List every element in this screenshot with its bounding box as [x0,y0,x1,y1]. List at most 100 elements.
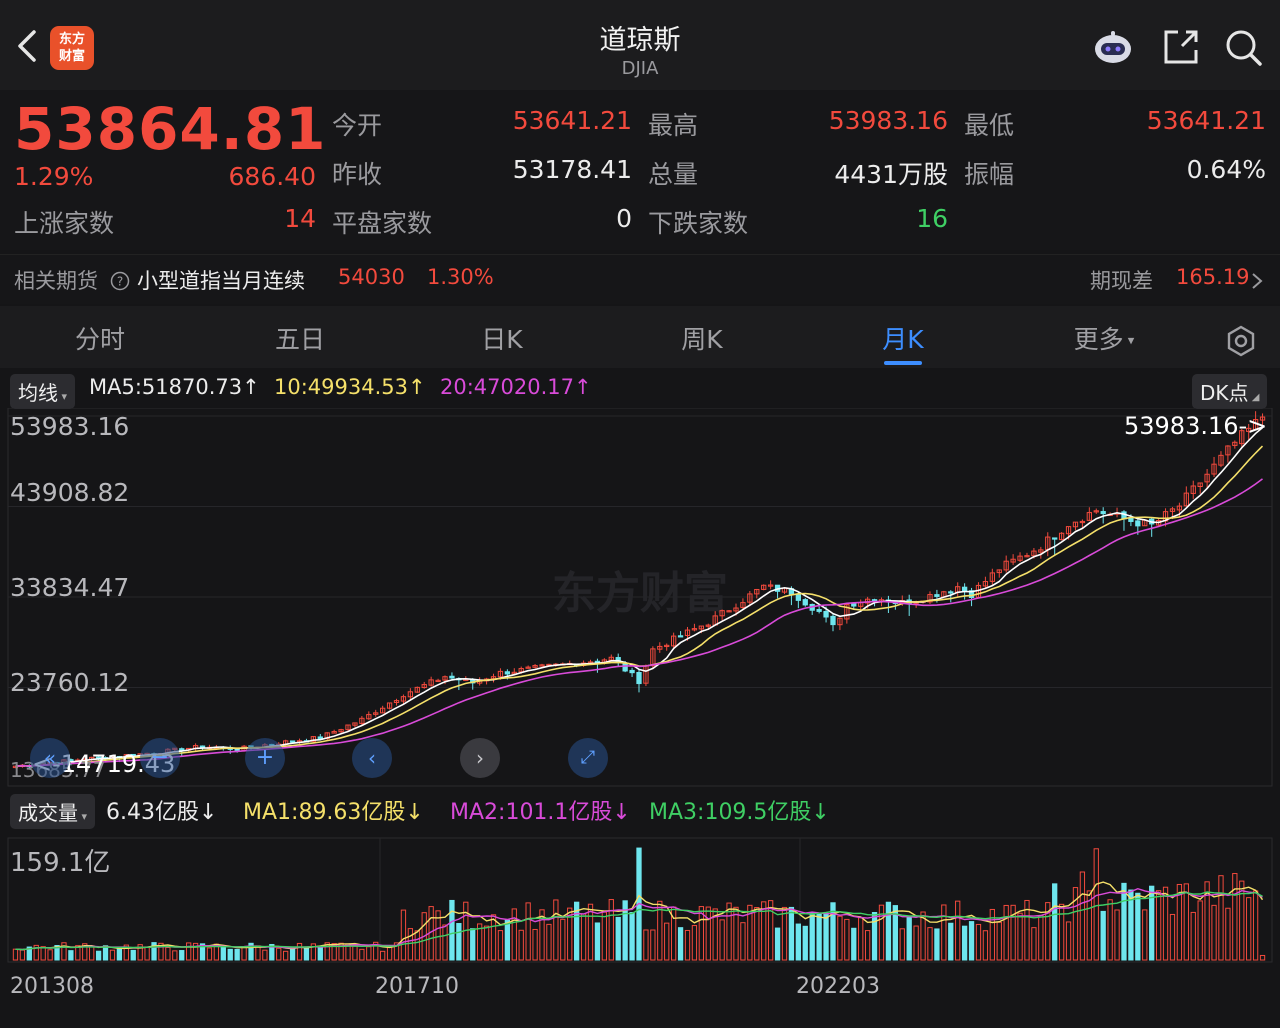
futures-label: 相关期货 [14,269,98,293]
candle-down [1100,511,1106,515]
app-header: 东方财富 道琼斯 DJIA [0,0,1280,90]
volume-bar-down [179,950,185,961]
page-title: 道琼斯 [599,25,681,56]
zoom-out-button[interactable]: − [140,738,180,778]
zoom-in-button[interactable]: + [245,738,285,778]
volume-bar-down [227,948,233,961]
candle-down [289,740,296,743]
volume-bar-up [186,942,192,961]
volume-bar-down [629,912,635,961]
candle-down [961,586,968,592]
volume-bar-up [483,925,490,961]
volume-bar-up [89,945,95,961]
candle-down [816,609,822,612]
volume-bar-up [442,924,448,961]
tab-monthly-k[interactable]: 月K [843,320,963,356]
robot-assistant-icon[interactable] [1092,26,1134,68]
candle-down [622,662,628,672]
volume-bar-up [12,948,19,961]
volume-bar-up [560,918,566,961]
quote-panel: 53864.81 1.29% 686.40 上涨家数 14 今开 53641.2… [0,90,1280,250]
tab-weekly-k[interactable]: 周K [642,320,762,356]
volume-bar-down [615,916,621,961]
change-percent: 1.29% [14,162,94,191]
volume-bar-up [1162,886,1169,961]
tab-five-day[interactable]: 五日 [240,320,360,356]
caret-down-icon: ▾ [1123,333,1135,349]
scroll-left-button[interactable]: ‹ [352,738,392,778]
volume-value: 4431万股 [834,160,948,189]
ma-selector[interactable]: 均线 ▾ [10,374,76,409]
volume-bar-up [1093,848,1099,961]
volume-bar-up [109,949,116,961]
dk-point-button[interactable]: DK点 ◢ [1192,374,1268,409]
scroll-right-button[interactable]: › [460,738,500,778]
volume-bar-up [650,929,656,961]
volume-bar-up [996,921,1002,961]
volume-bar-down [289,948,296,961]
volume-bar-down [871,912,878,961]
scroll-to-start-button[interactable]: « [30,738,70,778]
volume-bar-down [303,946,310,961]
high-value: 53983.16 [828,106,948,135]
basis-value: 165.19 [1176,265,1250,289]
settings-gear-icon[interactable] [1224,324,1258,358]
search-icon[interactable] [1222,26,1264,68]
volume-bar-up [580,913,587,961]
volume-bar-up [386,946,393,961]
tab-intraday[interactable]: 分时 [40,320,160,356]
caret-down-icon: ▾ [78,810,88,823]
volume-ma3: MA3:109.5亿股↓ [649,800,830,825]
candle-down [449,675,455,679]
tab-more[interactable]: 更多 ▾ [1044,320,1164,356]
volume-max-label: 159.1亿 [10,848,111,878]
volume-bar-up [1232,873,1238,961]
volume-bar-up [1038,915,1044,961]
volume-bar-down [1052,883,1058,961]
volume-bar-up [1246,897,1252,961]
volume-bar-up [1003,904,1009,961]
x-axis-label: 201710 [375,974,459,999]
candle-down [234,748,240,751]
active-tab-indicator [884,361,922,365]
volume-bar-up [955,900,961,961]
amplitude-value: 0.64% [1186,155,1266,184]
ma20-value: 20:47020.17↑ [440,375,592,399]
share-icon[interactable] [1160,26,1202,68]
volume-bar-up [1169,913,1176,961]
volume-bar-up [941,904,947,961]
volume-bar-up [1218,875,1224,961]
volume-bar-up [553,899,559,961]
ma-indicator-row: 均线 ▾ MA5:51870.73↑ 10:49934.53↑ 20:47020… [0,370,1280,409]
volume-bar-up [206,947,213,961]
volume-bar-up [1225,907,1231,961]
volume-bar-up [1079,871,1086,961]
related-futures-row[interactable]: 相关期货 ? 小型道指当月连续 54030 1.30% 期现差 165.19 [0,254,1280,304]
volume-bar-down [774,927,781,961]
volume-bar-up [490,914,497,961]
volume-bar-down [968,921,975,961]
volume-bar-down [795,923,801,961]
decliners-value: 16 [916,204,948,233]
volume-bar-down [234,948,240,961]
volume-bar-up [283,950,289,961]
candle-down [830,615,836,626]
double-left-icon: « [43,746,57,770]
volume-bar-down [816,913,822,961]
volume-bar-up [837,915,843,961]
volume-bar-up [40,946,46,961]
volume-selector[interactable]: 成交量 ▾ [10,794,96,829]
fullscreen-button[interactable]: ⤢ [568,738,608,778]
volume-bar-up [1065,921,1072,961]
volume-bar-up [165,946,171,961]
volume-bar-up [19,949,26,961]
volume-bar-down [934,928,940,961]
expand-icon: ⤢ [580,747,596,768]
ma-selector-label: 均线 [18,381,58,405]
help-icon[interactable]: ? [110,271,130,291]
price-axis-label: 53983.16 [10,412,130,441]
volume-bar-up [380,950,386,961]
volume-bar-down [948,922,954,961]
tab-daily-k[interactable]: 日K [442,320,562,356]
unchanged-value: 0 [616,204,632,233]
